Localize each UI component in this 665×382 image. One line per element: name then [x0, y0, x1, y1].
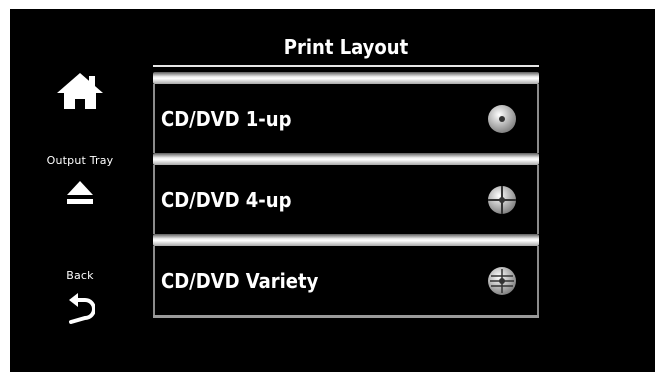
back-label: Back: [66, 269, 94, 282]
option-separator: [153, 234, 539, 246]
option-cd-dvd-variety[interactable]: CD/DVD Variety: [153, 246, 539, 315]
sidebar: Output Tray Back: [10, 9, 150, 372]
option-separator: [153, 153, 539, 165]
back-button[interactable]: Back: [10, 269, 150, 326]
cd-variety-icon: [488, 266, 516, 295]
option-label: CD/DVD 1-up: [161, 106, 292, 131]
back-arrow-icon: [69, 293, 95, 324]
eject-icon: [67, 181, 93, 204]
output-tray-button[interactable]: Output Tray: [10, 154, 150, 207]
printer-screen: Output Tray Back Print Layout CD/DVD 1-u…: [10, 9, 655, 372]
page-title: Print Layout: [283, 35, 409, 59]
option-cd-dvd-4-up[interactable]: CD/DVD 4-up: [153, 165, 539, 234]
option-separator: [153, 72, 539, 84]
list-bottom-border: [153, 315, 539, 318]
option-cd-dvd-1-up[interactable]: CD/DVD 1-up: [153, 84, 539, 153]
option-label: CD/DVD 4-up: [161, 187, 292, 212]
option-label: CD/DVD Variety: [161, 268, 319, 293]
home-button[interactable]: [10, 71, 150, 111]
cd-1up-icon: [488, 104, 516, 133]
title-divider: [153, 65, 539, 67]
output-tray-label: Output Tray: [46, 154, 114, 167]
home-icon: [57, 73, 103, 109]
layout-options-list: CD/DVD 1-up CD/DVD 4-up CD/DVD Variety: [153, 72, 539, 318]
cd-4up-icon: [488, 185, 516, 214]
